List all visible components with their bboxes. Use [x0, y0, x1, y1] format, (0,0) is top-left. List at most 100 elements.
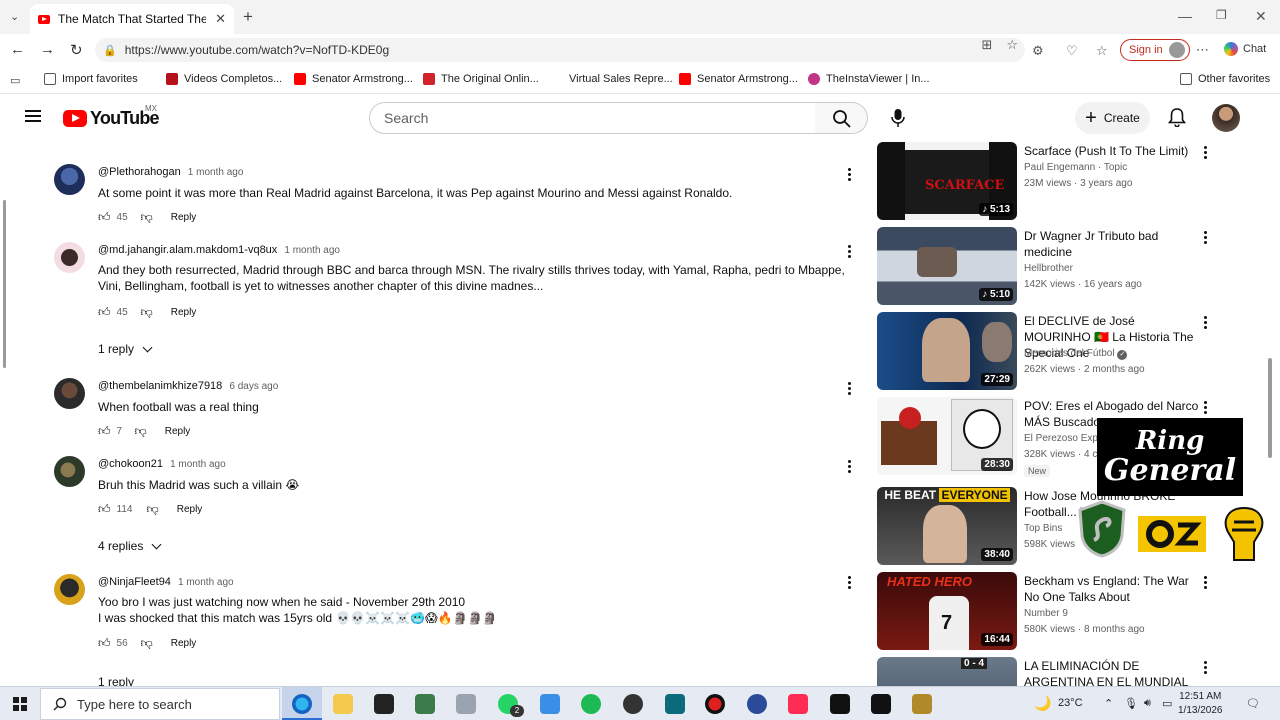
favorite-star-icon[interactable]: ☆ — [1006, 37, 1018, 53]
like-icon[interactable]: 👍︎ — [98, 502, 111, 517]
comment-menu-icon[interactable] — [842, 460, 856, 473]
reply-button[interactable]: Reply — [171, 212, 197, 223]
related-video-item[interactable]: ♪ 5:10 Dr Wagner Jr Tributo bad medicine… — [877, 227, 1217, 307]
epic-games-icon[interactable] — [374, 694, 394, 714]
tab-actions-chevron-icon[interactable]: ⌄ — [10, 10, 19, 23]
related-video-item[interactable]: HATED HERO 7 16:44 Beckham vs England: T… — [877, 572, 1217, 652]
view-replies-button[interactable]: 4 replies — [98, 539, 162, 553]
comment-time[interactable]: 6 days ago — [229, 381, 278, 392]
reply-button[interactable]: Reply — [171, 638, 197, 649]
create-button[interactable]: + Create — [1075, 102, 1150, 134]
edge-icon[interactable] — [292, 694, 312, 714]
url-input[interactable]: 🔒 https://www.youtube.com/watch?v=NofTD-… — [95, 38, 1025, 62]
tiktok-icon[interactable] — [788, 694, 808, 714]
youtube-logo[interactable]: YouTube MX — [63, 104, 160, 129]
tab-close-icon[interactable]: ✕ — [215, 11, 226, 27]
dislike-icon[interactable]: 👎︎ — [141, 636, 153, 651]
video-thumbnail[interactable]: HE BEAT EVERYONE 38:40 — [877, 487, 1017, 565]
like-icon[interactable]: 👍︎ — [98, 305, 111, 320]
app-icon[interactable] — [747, 694, 767, 714]
more-menu-icon[interactable]: ⋯ — [1196, 42, 1209, 58]
comment-time[interactable]: 1 month ago — [170, 459, 226, 470]
window-close-icon[interactable]: ✕ — [1255, 8, 1267, 25]
favorite-item[interactable]: The Original Onlin... — [423, 73, 539, 85]
related-video-item[interactable]: SCARFACE ♪ 5:13 Scarface (Push It To The… — [877, 142, 1217, 222]
comment-author[interactable]: @chokoon21 — [98, 458, 163, 470]
channel-name[interactable]: Paul Engemann · Topic — [1024, 162, 1127, 173]
commenter-avatar[interactable] — [54, 164, 85, 195]
volume-icon[interactable]: 🔊︎ — [1144, 697, 1151, 710]
favorite-item[interactable]: Videos Completos... — [166, 73, 282, 85]
temperature[interactable]: 23°C — [1058, 697, 1083, 709]
comment-menu-icon[interactable] — [842, 168, 856, 181]
app-icon[interactable] — [912, 694, 932, 714]
video-title[interactable]: LA ELIMINACIÓN DE ARGENTINA EN EL MUNDIA… — [1024, 658, 1204, 686]
favorite-item[interactable]: Senator Armstrong... — [294, 73, 413, 85]
search-input[interactable]: Search — [369, 102, 816, 134]
comment-author[interactable]: @Plethorahogan — [98, 166, 181, 178]
view-replies-button[interactable]: 1 reply — [98, 675, 134, 686]
view-replies-button[interactable]: 1 reply — [98, 342, 153, 356]
like-icon[interactable]: 👍︎ — [98, 210, 111, 225]
video-thumbnail[interactable]: 27:29 — [877, 312, 1017, 390]
forward-icon[interactable]: → — [40, 41, 55, 58]
comment-menu-icon[interactable] — [842, 576, 856, 589]
video-menu-icon[interactable] — [1204, 576, 1207, 589]
notifications-icon[interactable]: 🗨︎ — [1246, 697, 1260, 710]
comment-author[interactable]: @thembelanimkhize7918 — [98, 380, 222, 392]
video-menu-icon[interactable] — [1204, 661, 1207, 674]
commenter-avatar[interactable] — [54, 378, 85, 409]
copilot-chat-button[interactable]: Chat — [1224, 42, 1266, 56]
video-menu-icon[interactable] — [1204, 401, 1207, 414]
hamburger-menu-icon[interactable] — [25, 110, 41, 122]
comment-time[interactable]: 1 month ago — [284, 245, 340, 256]
user-avatar[interactable] — [1212, 104, 1240, 132]
video-menu-icon[interactable] — [1204, 316, 1207, 329]
commenter-avatar[interactable] — [54, 242, 85, 273]
favorite-item[interactable]: Senator Armstrong... — [679, 73, 798, 85]
video-thumbnail[interactable]: HATED HERO 7 16:44 — [877, 572, 1017, 650]
taskbar-search-input[interactable]: Type here to search — [40, 688, 280, 720]
refresh-icon[interactable]: ↻ — [70, 41, 83, 59]
comment-menu-icon[interactable] — [842, 245, 856, 258]
like-icon[interactable]: 👍︎ — [98, 636, 111, 651]
video-menu-icon[interactable] — [1204, 146, 1207, 159]
reply-button[interactable]: Reply — [165, 426, 191, 437]
video-title[interactable]: Beckham vs England: The War No One Talks… — [1024, 573, 1204, 605]
reply-button[interactable]: Reply — [171, 307, 197, 318]
show-hidden-icons-icon[interactable]: ⌃ — [1104, 697, 1113, 710]
browser-tab-active[interactable]: The Match That Started The Most ✕ — [30, 4, 234, 34]
favorite-item[interactable]: Import favorites — [44, 73, 138, 85]
page-scrollbar[interactable] — [1268, 358, 1272, 458]
comment-menu-icon[interactable] — [842, 382, 856, 395]
dislike-icon[interactable]: 👎︎ — [141, 305, 153, 320]
video-thumbnail[interactable]: SCARFACE ♪ 5:13 — [877, 142, 1017, 220]
app-icon[interactable] — [665, 694, 685, 714]
signin-button[interactable]: Sign in — [1120, 39, 1190, 61]
maximize-icon[interactable]: ❐ — [1216, 8, 1227, 22]
system-clock[interactable]: 12:51 AM 1/13/2026 — [1178, 690, 1223, 718]
favorites-icon[interactable]: ☆ — [1096, 43, 1108, 59]
app-icon[interactable] — [871, 694, 891, 714]
commenter-avatar[interactable] — [54, 456, 85, 487]
channel-name[interactable]: Top Bins — [1024, 523, 1062, 534]
favorite-item[interactable]: TheInstaViewer | In... — [808, 73, 930, 85]
app-icon[interactable] — [540, 694, 560, 714]
minimize-icon[interactable]: — — [1178, 8, 1192, 24]
extensions-icon[interactable]: ⚙ — [1032, 43, 1044, 59]
video-menu-icon[interactable] — [1204, 231, 1207, 244]
microphone-tray-icon[interactable]: 🎙︎ — [1124, 697, 1138, 710]
notifications-bell-icon[interactable] — [1168, 107, 1186, 127]
favorite-item[interactable]: Virtual Sales Repre... — [551, 73, 673, 85]
dislike-icon[interactable]: 👎︎ — [147, 502, 159, 517]
channel-name[interactable]: Number 9 — [1024, 608, 1068, 619]
related-video-item[interactable]: 0 - 4 LA ELIMINACIÓN DE ARGENTINA EN EL … — [877, 657, 1217, 686]
other-favorites-folder[interactable]: Other favorites — [1180, 73, 1270, 85]
file-explorer-icon[interactable] — [333, 694, 353, 714]
video-title[interactable]: Scarface (Push It To The Limit) — [1024, 143, 1204, 159]
start-menu-icon[interactable] — [13, 697, 27, 711]
comment-author[interactable]: @md.jahangir.alam.makdom1-vq8ux — [98, 244, 277, 256]
channel-name[interactable]: El Perezoso Expl — [1024, 433, 1100, 444]
new-tab-icon[interactable]: + — [243, 7, 253, 27]
channel-name[interactable]: Hellbrother — [1024, 263, 1073, 274]
